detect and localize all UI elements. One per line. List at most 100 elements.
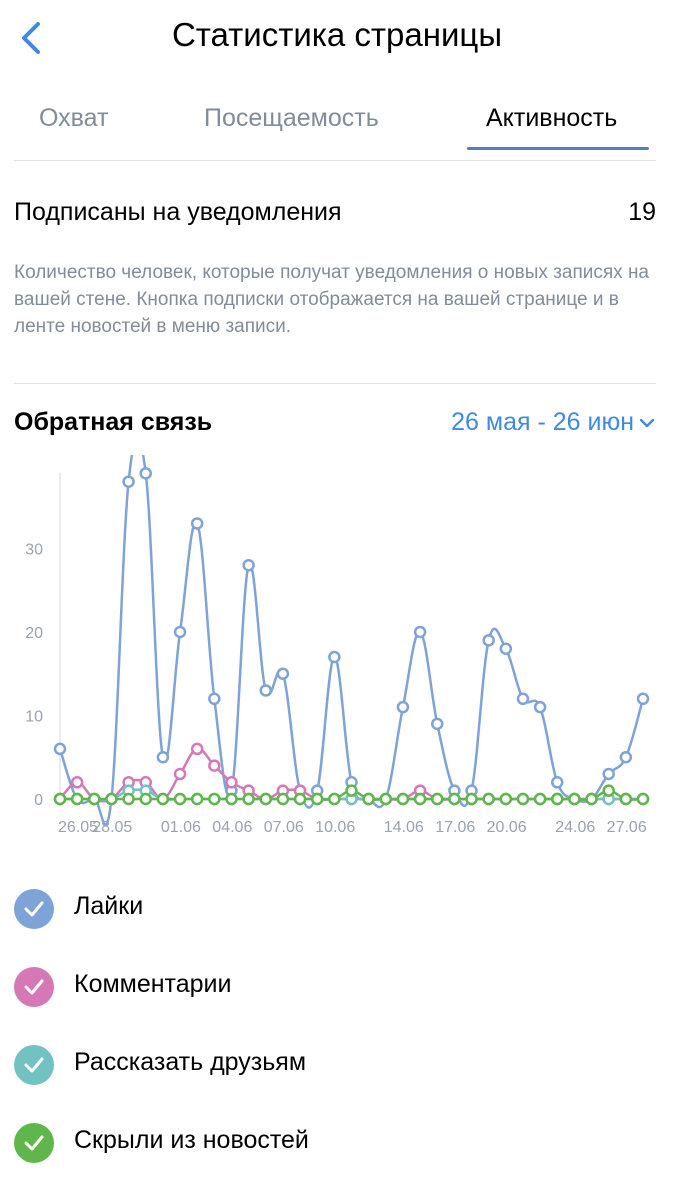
data-point — [482, 792, 495, 806]
data-point — [328, 650, 341, 664]
data-point — [173, 792, 187, 806]
date-range-selector[interactable]: 26 мая - 26 июн — [451, 408, 656, 437]
data-point — [585, 792, 598, 806]
data-point — [516, 692, 530, 706]
data-point — [619, 751, 633, 764]
feedback-title: Обратная связь — [14, 408, 213, 436]
legend-label-likes: Лайки — [74, 892, 144, 920]
data-point — [379, 792, 393, 806]
data-point — [533, 792, 547, 806]
legend-label-comments: Комментарии — [74, 970, 232, 998]
data-point — [448, 792, 461, 806]
data-point — [190, 742, 204, 756]
x-tick-label: 17.06 — [435, 819, 475, 836]
date-range-label: 26 мая - 26 июн — [451, 408, 634, 436]
data-point — [122, 475, 135, 488]
data-point — [105, 792, 118, 806]
legend: Лайки Комментарии Рассказать друзьям Скр… — [14, 880, 654, 1192]
tab-traffic[interactable]: Посещаемость — [204, 104, 379, 133]
data-point — [413, 792, 427, 806]
check-circle-icon[interactable] — [14, 1045, 54, 1085]
check-circle-icon[interactable] — [14, 889, 54, 929]
data-point — [396, 700, 410, 714]
tab-reach[interactable]: Охват — [39, 104, 108, 133]
x-tick-label: 14.06 — [384, 819, 424, 836]
data-point — [619, 792, 633, 806]
x-tick-label: 20.06 — [487, 819, 527, 836]
data-point — [636, 792, 650, 806]
divider — [14, 383, 656, 384]
data-point — [328, 792, 341, 806]
data-point — [345, 784, 358, 797]
x-tick-label: 04.06 — [212, 819, 252, 836]
data-point — [499, 642, 513, 655]
data-point — [208, 792, 221, 806]
data-point — [242, 558, 255, 572]
data-point — [551, 792, 564, 806]
legend-item-hidden[interactable]: Скрыли из новостей — [14, 1114, 654, 1192]
feedback-chart: 010203026.0528.05 01.06 04.06 07.06 10.06 14.… — [25, 455, 650, 836]
data-point — [53, 742, 67, 756]
data-point — [259, 792, 273, 806]
legend-item-comments[interactable]: Комментарии — [14, 958, 654, 1036]
tab-activity[interactable]: Активность — [486, 104, 617, 133]
data-point — [156, 751, 170, 764]
tab-bar: Охват Посещаемость Активность — [14, 88, 656, 161]
data-point — [602, 767, 615, 781]
legend-label-hidden: Скрыли из новостей — [74, 1126, 309, 1154]
data-point — [276, 792, 290, 806]
data-point — [190, 517, 204, 530]
data-point — [396, 792, 410, 806]
data-point — [465, 792, 478, 806]
data-point — [156, 792, 170, 806]
data-point — [602, 784, 615, 797]
data-point — [173, 625, 187, 639]
chevron-down-icon — [639, 419, 655, 428]
data-point — [190, 792, 204, 806]
series-line-0 — [58, 455, 645, 826]
data-point — [293, 792, 307, 806]
legend-label-shares: Рассказать друзьям — [74, 1048, 307, 1076]
data-point — [362, 792, 375, 806]
data-point — [533, 700, 547, 714]
data-point — [225, 792, 238, 806]
data-point — [568, 792, 581, 806]
data-point — [430, 717, 444, 731]
data-point — [259, 684, 273, 697]
x-tick-label: 27.06 — [607, 819, 647, 836]
subscriptions-count: 19 — [628, 198, 656, 226]
subscriptions-description: Количество человек, которые получат увед… — [14, 262, 649, 337]
data-point — [242, 792, 255, 806]
data-point — [88, 792, 101, 806]
data-point — [276, 667, 290, 680]
data-point — [636, 692, 650, 706]
y-tick-label: 20 — [25, 625, 43, 642]
data-point — [310, 792, 324, 806]
y-tick-label: 30 — [25, 542, 43, 559]
data-point — [139, 467, 152, 480]
x-tick-label: 24.06 — [555, 819, 595, 836]
data-point — [516, 792, 530, 806]
check-circle-icon[interactable] — [14, 1123, 54, 1163]
data-point — [53, 792, 67, 806]
x-tick-label: 01.06 — [161, 819, 201, 836]
legend-item-shares[interactable]: Рассказать друзьям — [14, 1036, 654, 1114]
header: Статистика страницы — [0, 0, 674, 80]
legend-item-likes[interactable]: Лайки — [14, 880, 654, 958]
data-point — [208, 692, 221, 706]
check-circle-icon[interactable] — [14, 967, 54, 1007]
y-tick-label: 10 — [25, 709, 43, 726]
data-point — [413, 625, 427, 639]
x-tick-label: 10.06 — [315, 819, 355, 836]
page-title: Статистика страницы — [171, 16, 503, 53]
active-tab-indicator — [467, 147, 649, 150]
data-point — [70, 776, 84, 789]
y-tick-label: 0 — [34, 792, 43, 809]
data-point — [551, 776, 564, 789]
subscriptions-row: Подписаны на уведомления 19 — [14, 194, 656, 234]
x-tick-label: 28.05 — [92, 819, 132, 836]
x-tick-label: 07.06 — [264, 819, 304, 836]
data-point — [70, 792, 84, 806]
data-point — [139, 792, 152, 806]
data-point — [208, 759, 221, 772]
